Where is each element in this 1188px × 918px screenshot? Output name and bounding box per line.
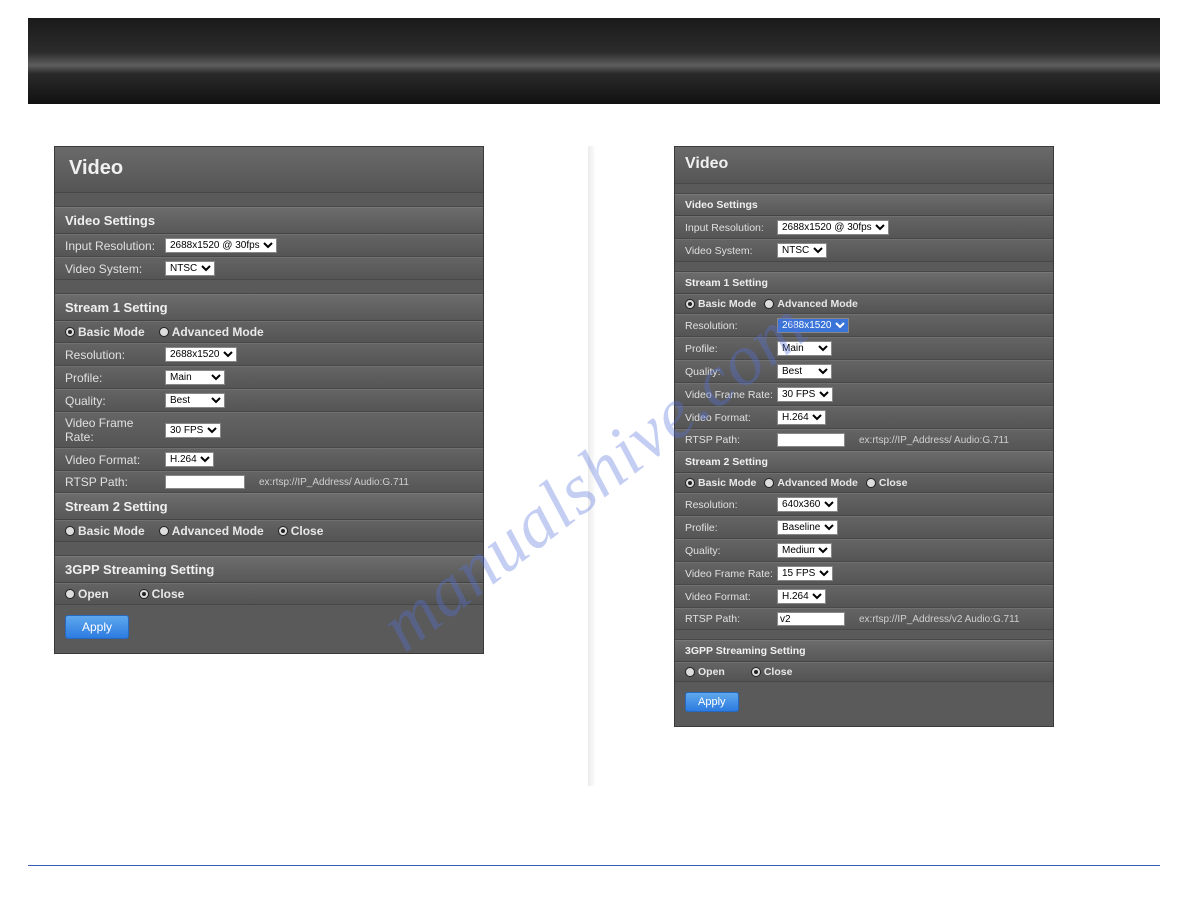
video-panel-left: Video Video Settings Input Resolution: 2…: [54, 146, 484, 654]
stream1-mode-advanced-radio[interactable]: Advanced Mode: [159, 325, 264, 339]
stream2-mode-close-radio[interactable]: Close: [278, 524, 324, 538]
stream1-format-select[interactable]: H.264: [777, 410, 826, 425]
input-resolution-label: Input Resolution:: [65, 239, 165, 253]
stream2-fps-select[interactable]: 15 FPS: [777, 566, 833, 581]
input-resolution-select[interactable]: 2688x1520 @ 30fps: [777, 220, 889, 235]
stream1-rtsp-input[interactable]: [165, 475, 245, 489]
stream1-mode-basic-radio[interactable]: Basic Mode: [65, 325, 145, 339]
stream1-fps-label: Video Frame Rate:: [685, 389, 777, 401]
stream1-rtsp-hint: ex:rtsp://IP_Address/ Audio:G.711: [259, 477, 409, 488]
stream2-quality-select[interactable]: Medium: [777, 543, 832, 558]
stream1-rtsp-hint: ex:rtsp://IP_Address/ Audio:G.711: [859, 435, 1009, 446]
input-resolution-select[interactable]: 2688x1520 @ 30fps: [165, 238, 277, 253]
apply-button[interactable]: Apply: [685, 692, 739, 712]
stream2-header: Stream 2 Setting: [675, 451, 1053, 473]
stream1-fps-label: Video Frame Rate:: [65, 416, 165, 444]
video-system-label: Video System:: [685, 245, 777, 257]
panel-title: Video: [675, 147, 1053, 184]
apply-button[interactable]: Apply: [65, 615, 129, 639]
stream2-mode-advanced-radio[interactable]: Advanced Mode: [764, 477, 858, 489]
stream1-format-select[interactable]: H.264: [165, 452, 214, 467]
stream1-header: Stream 1 Setting: [675, 272, 1053, 294]
footer-rule: [28, 865, 1160, 866]
stream1-rtsp-label: RTSP Path:: [65, 475, 165, 489]
stream2-rtsp-label: RTSP Path:: [685, 613, 777, 625]
gpp-header: 3GPP Streaming Setting: [55, 556, 483, 583]
stream1-profile-label: Profile:: [685, 343, 777, 355]
stream2-quality-label: Quality:: [685, 545, 777, 557]
stream2-rtsp-input[interactable]: [777, 612, 845, 626]
stream2-mode-basic-radio[interactable]: Basic Mode: [65, 524, 145, 538]
stream2-resolution-label: Resolution:: [685, 499, 777, 511]
video-settings-header: Video Settings: [675, 194, 1053, 216]
stream1-mode-advanced-radio[interactable]: Advanced Mode: [764, 298, 858, 310]
stream1-resolution-select[interactable]: 2688x1520: [165, 347, 237, 362]
panel-title: Video: [55, 147, 483, 193]
top-banner: [28, 18, 1160, 104]
stream1-fps-select[interactable]: 30 FPS: [165, 423, 221, 438]
stream1-resolution-label: Resolution:: [65, 348, 165, 362]
stream1-header: Stream 1 Setting: [55, 294, 483, 321]
stream2-mode-advanced-radio[interactable]: Advanced Mode: [159, 524, 264, 538]
stream1-profile-select[interactable]: Main: [777, 341, 832, 356]
video-settings-header: Video Settings: [55, 207, 483, 234]
stream2-header: Stream 2 Setting: [55, 493, 483, 520]
stream2-profile-label: Profile:: [685, 522, 777, 534]
stream1-quality-label: Quality:: [65, 394, 165, 408]
stream1-fps-select[interactable]: 30 FPS: [777, 387, 833, 402]
video-system-select[interactable]: NTSC: [165, 261, 215, 276]
gpp-header: 3GPP Streaming Setting: [675, 640, 1053, 662]
stream1-quality-select[interactable]: Best: [165, 393, 225, 408]
stream1-rtsp-input[interactable]: [777, 433, 845, 447]
gpp-close-radio[interactable]: Close: [139, 587, 185, 601]
video-panel-right: Video Video Settings Input Resolution: 2…: [674, 146, 1054, 727]
gpp-close-radio[interactable]: Close: [751, 666, 793, 678]
center-divider: [588, 146, 596, 786]
stream2-mode-basic-radio[interactable]: Basic Mode: [685, 477, 756, 489]
stream1-format-label: Video Format:: [685, 412, 777, 424]
stream1-profile-select[interactable]: Main: [165, 370, 225, 385]
stream1-rtsp-label: RTSP Path:: [685, 434, 777, 446]
stream2-mode-close-radio[interactable]: Close: [866, 477, 908, 489]
stream2-format-label: Video Format:: [685, 591, 777, 603]
stream1-mode-basic-radio[interactable]: Basic Mode: [685, 298, 756, 310]
stream2-profile-select[interactable]: Baseline: [777, 520, 838, 535]
stream2-fps-label: Video Frame Rate:: [685, 568, 777, 580]
stream1-resolution-select[interactable]: 2688x1520: [777, 318, 849, 333]
stream1-resolution-label: Resolution:: [685, 320, 777, 332]
stream1-quality-label: Quality:: [685, 366, 777, 378]
stream1-format-label: Video Format:: [65, 453, 165, 467]
video-system-select[interactable]: NTSC: [777, 243, 827, 258]
gpp-open-radio[interactable]: Open: [65, 587, 109, 601]
video-system-label: Video System:: [65, 262, 165, 276]
stream2-resolution-select[interactable]: 640x360: [777, 497, 838, 512]
stream1-quality-select[interactable]: Best: [777, 364, 832, 379]
stream2-rtsp-hint: ex:rtsp://IP_Address/v2 Audio:G.711: [859, 614, 1019, 625]
stream1-profile-label: Profile:: [65, 371, 165, 385]
input-resolution-label: Input Resolution:: [685, 222, 777, 234]
stream2-format-select[interactable]: H.264: [777, 589, 826, 604]
gpp-open-radio[interactable]: Open: [685, 666, 725, 678]
